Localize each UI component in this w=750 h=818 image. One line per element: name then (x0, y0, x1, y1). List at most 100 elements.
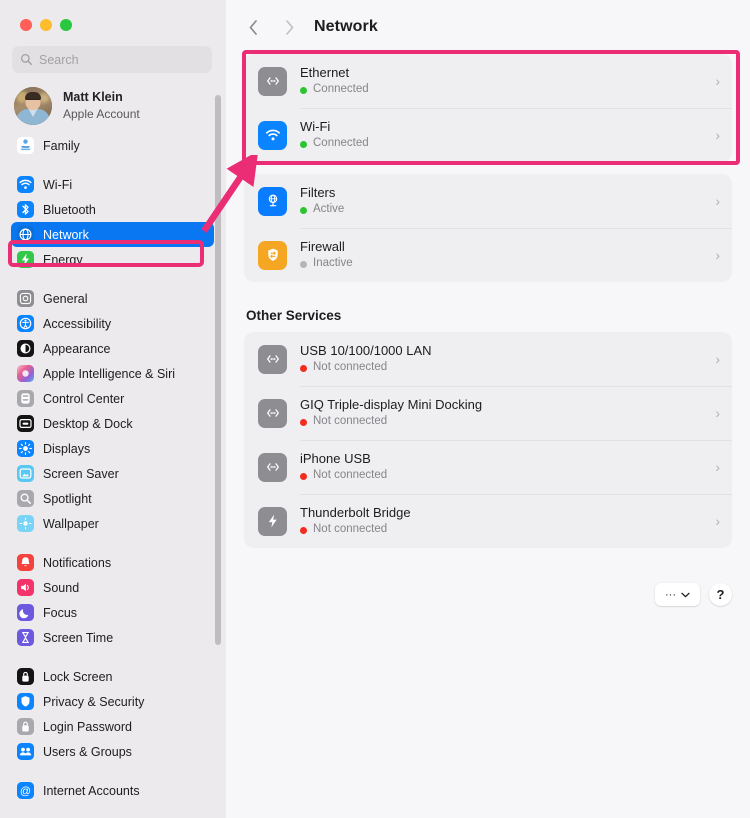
service-status-label: Not connected (313, 469, 388, 482)
sidebar-nav: Family Wi-Fi Bluetooth Network Energy Ge… (0, 133, 226, 803)
service-row-ethernet[interactable]: Ethernet Connected › (244, 54, 732, 108)
sidebar-item-label: Desktop & Dock (43, 416, 133, 431)
sidebar-item-login-password[interactable]: Login Password (11, 714, 214, 739)
other-services-card: USB 10/100/1000 LAN Not connected › GIQ … (244, 332, 732, 548)
status-dot (300, 260, 307, 268)
service-title: Ethernet (300, 64, 350, 80)
service-row-usb-lan[interactable]: USB 10/100/1000 LAN Not connected › (244, 332, 732, 386)
sidebar-item-control-center[interactable]: Control Center (11, 386, 214, 411)
window-traffic-lights (0, 0, 226, 31)
service-status: Connected (300, 137, 707, 151)
sidebar-item-label: Users & Groups (43, 744, 132, 759)
service-title: Firewall (300, 238, 345, 254)
account-subtitle: Apple Account (63, 106, 140, 121)
sidebar-item-label: Spotlight (43, 491, 92, 506)
sidebar-item-family[interactable]: Family (11, 133, 214, 158)
sidebar-item-appearance[interactable]: Appearance (11, 336, 214, 361)
sidebar-item-apple-intelligence[interactable]: Apple Intelligence & Siri (11, 361, 214, 386)
service-status: Active (300, 203, 707, 217)
chevron-right-icon: › (715, 73, 720, 89)
spotlight-icon (17, 490, 34, 507)
sidebar-group-accounts: @ Internet Accounts (0, 778, 226, 803)
sidebar-item-users-groups[interactable]: Users & Groups (11, 739, 214, 764)
sidebar-item-lock-screen[interactable]: Lock Screen (11, 664, 214, 689)
service-status: Connected (300, 83, 707, 97)
sidebar-item-screen-saver[interactable]: Screen Saver (11, 461, 214, 486)
sidebar-item-energy[interactable]: Energy (11, 247, 214, 272)
help-button[interactable]: ? (709, 583, 732, 606)
forward-button[interactable] (276, 14, 302, 40)
search-input[interactable] (39, 52, 204, 67)
sidebar-item-wallpaper[interactable]: Wallpaper (11, 511, 214, 536)
service-row-giq-docking[interactable]: GIQ Triple-display Mini Docking Not conn… (244, 386, 732, 440)
chevron-right-icon: › (715, 513, 720, 529)
ethernet-icon (258, 344, 287, 374)
sidebar-item-label: Displays (43, 441, 91, 456)
status-dot (300, 206, 307, 214)
sidebar-item-desktop-dock[interactable]: Desktop & Dock (11, 411, 214, 436)
more-options-button[interactable]: ··· (655, 583, 700, 606)
sidebar-item-displays[interactable]: Displays (11, 436, 214, 461)
service-row-wifi[interactable]: Wi-Fi Connected › (244, 108, 732, 162)
primary-services-card: Ethernet Connected › Wi-Fi Connected › (244, 54, 732, 162)
sidebar-item-internet-accounts[interactable]: @ Internet Accounts (11, 778, 214, 803)
ethernet-icon (258, 398, 287, 428)
sidebar-item-label: Login Password (43, 719, 132, 734)
status-dot (300, 140, 307, 148)
service-row-thunderbolt-bridge[interactable]: Thunderbolt Bridge Not connected › (244, 494, 732, 548)
sidebar-item-label: Focus (43, 605, 78, 620)
sidebar-item-notifications[interactable]: Notifications (11, 550, 214, 575)
desktop-dock-icon (17, 415, 34, 432)
sidebar-item-bluetooth[interactable]: Bluetooth (11, 197, 214, 222)
sidebar-item-label: Appearance (43, 341, 111, 356)
sound-icon (17, 579, 34, 596)
page-title: Network (314, 18, 378, 35)
sidebar-item-wifi[interactable]: Wi-Fi (11, 172, 214, 197)
apple-account-row[interactable]: Matt Klein Apple Account (14, 85, 226, 127)
chevron-right-icon (285, 19, 293, 35)
sidebar-item-accessibility[interactable]: Accessibility (11, 311, 214, 336)
internet-accounts-icon: @ (17, 782, 34, 799)
service-status: Inactive (300, 257, 707, 271)
ethernet-icon (258, 66, 287, 96)
status-dot (300, 526, 307, 534)
sidebar-item-general[interactable]: General (11, 286, 214, 311)
back-button[interactable] (240, 14, 266, 40)
chevron-right-icon: › (715, 193, 720, 209)
help-label: ? (716, 587, 725, 602)
general-icon (17, 290, 34, 307)
screen-saver-icon (17, 465, 34, 482)
sidebar-scrollbar[interactable] (215, 95, 221, 645)
sidebar-item-privacy-security[interactable]: Privacy & Security (11, 689, 214, 714)
chevron-left-icon (249, 19, 257, 35)
privacy-security-icon (17, 693, 34, 710)
minimize-button[interactable] (40, 19, 52, 31)
sidebar-item-label: Internet Accounts (43, 783, 140, 798)
sidebar-item-sound[interactable]: Sound (11, 575, 214, 600)
service-title: USB 10/100/1000 LAN (300, 342, 432, 358)
service-title: Thunderbolt Bridge (300, 504, 411, 520)
search-field[interactable] (12, 46, 212, 73)
sidebar-item-label: Control Center (43, 391, 125, 406)
service-row-filters[interactable]: Filters Active › (244, 174, 732, 228)
sidebar-item-spotlight[interactable]: Spotlight (11, 486, 214, 511)
more-options-label: ··· (665, 588, 676, 601)
wallpaper-icon (17, 515, 34, 532)
chevron-down-icon (681, 592, 690, 597)
sidebar-item-network[interactable]: Network (11, 222, 214, 247)
sidebar-item-label: Network (43, 227, 89, 242)
filters-icon (258, 186, 287, 216)
chevron-right-icon: › (715, 459, 720, 475)
service-status-label: Not connected (313, 361, 388, 374)
service-row-iphone-usb[interactable]: iPhone USB Not connected › (244, 440, 732, 494)
service-title: iPhone USB (300, 450, 371, 466)
close-button[interactable] (20, 19, 32, 31)
service-row-firewall[interactable]: Firewall Inactive › (244, 228, 732, 282)
sidebar-item-screen-time[interactable]: Screen Time (11, 625, 214, 650)
sidebar-item-label: Family (43, 138, 80, 153)
sidebar-item-label: Wallpaper (43, 516, 99, 531)
footer-buttons: ··· ? (655, 583, 732, 606)
sidebar-group-family: Family (0, 133, 226, 158)
maximize-button[interactable] (60, 19, 72, 31)
sidebar-item-focus[interactable]: Focus (11, 600, 214, 625)
